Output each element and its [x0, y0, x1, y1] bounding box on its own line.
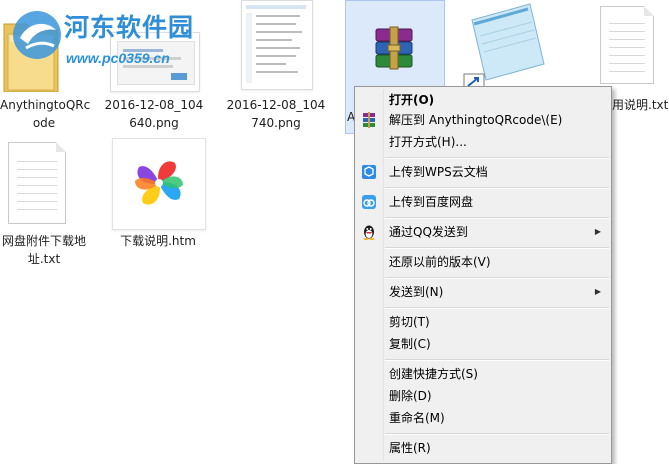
menu-separator	[385, 277, 609, 279]
menu-item-upload-baidu[interactable]: 上传到百度网盘	[357, 191, 609, 213]
menu-item-extract-to[interactable]: 解压到 AnythingtoQRcode\(E)	[357, 109, 609, 131]
site-watermark: 河东软件园 www.pc0359.cn	[4, 2, 204, 72]
file-notepad-shortcut[interactable]	[460, 0, 560, 92]
submenu-arrow-icon: ▶	[594, 287, 601, 296]
menu-item-label: 上传到WPS云文档	[389, 165, 488, 179]
file-htm-download[interactable]: 下载说明.htm	[108, 138, 208, 250]
baidu-netdisk-icon	[362, 195, 376, 209]
menu-separator	[385, 359, 609, 361]
image-thumbnail	[241, 0, 313, 90]
file-label: 2016-12-08_104	[104, 98, 204, 112]
watermark-url: www.pc0359.cn	[66, 50, 170, 66]
file-label: 640.png	[129, 116, 179, 130]
submenu-arrow-icon: ▶	[594, 227, 601, 236]
menu-item-label: 打开(O)	[389, 93, 435, 107]
menu-item-upload-wps[interactable]: 上传到WPS云文档	[357, 161, 609, 183]
notepad-icon	[463, 3, 545, 91]
text-document-icon	[600, 6, 654, 84]
menu-item-properties[interactable]: 属性(R)	[357, 437, 609, 459]
menu-item-label: 剪切(T)	[389, 315, 430, 329]
menu-item-label: 删除(D)	[389, 389, 432, 403]
menu-item-label: 上传到百度网盘	[389, 195, 474, 209]
menu-separator	[385, 157, 609, 159]
menu-item-label: 发送到(N)	[389, 285, 444, 299]
menu-item-label: 通过QQ发送到	[389, 225, 468, 239]
context-menu: 打开(O) 解压到 AnythingtoQRcode\(E) 打开方式(H)..…	[354, 86, 612, 464]
menu-separator	[385, 247, 609, 249]
file-label: 2016-12-08_104	[226, 98, 326, 112]
menu-item-restore-versions[interactable]: 还原以前的版本(V)	[357, 251, 609, 273]
qq-penguin-icon	[363, 225, 375, 240]
menu-item-label: 还原以前的版本(V)	[389, 255, 491, 269]
menu-item-cut[interactable]: 剪切(T)	[357, 311, 609, 333]
menu-item-label: 重命名(M)	[389, 411, 445, 425]
menu-item-send-to[interactable]: 发送到(N) ▶	[357, 281, 609, 303]
menu-item-open-with[interactable]: 打开方式(H)...	[357, 131, 609, 153]
browser-html-icon	[112, 138, 206, 230]
menu-item-delete[interactable]: 删除(D)	[357, 385, 609, 407]
menu-item-label: 属性(R)	[389, 441, 431, 455]
file-txt-netdisk[interactable]: 网盘附件下载地 址.txt	[0, 138, 88, 268]
file-label: 用说明.txt	[612, 98, 669, 112]
pinwheel-browser-icon	[135, 161, 183, 205]
wps-cloud-icon	[362, 165, 376, 179]
menu-item-label: 解压到 AnythingtoQRcode\(E)	[389, 113, 563, 127]
menu-item-create-shortcut[interactable]: 创建快捷方式(S)	[357, 363, 609, 385]
file-label: 网盘附件下载地	[1, 234, 86, 248]
file-png-104740[interactable]: 2016-12-08_104 740.png	[223, 0, 329, 135]
menu-item-open[interactable]: 打开(O)	[357, 89, 609, 111]
file-label: 址.txt	[27, 252, 61, 266]
menu-item-label: 打开方式(H)...	[389, 135, 467, 149]
file-label: 下载说明.htm	[120, 234, 196, 248]
file-label: 740.png	[251, 116, 301, 130]
winrar-archive-icon	[375, 26, 413, 70]
menu-item-label: 创建快捷方式(S)	[389, 367, 478, 381]
menu-separator	[385, 307, 609, 309]
watermark-title: 河东软件园	[64, 13, 195, 42]
menu-separator	[385, 187, 609, 189]
menu-item-copy[interactable]: 复制(C)	[357, 333, 609, 355]
winrar-extract-icon	[363, 112, 375, 128]
menu-item-send-via-qq[interactable]: 通过QQ发送到 ▶	[357, 221, 609, 243]
file-label: AnythingtoQRc	[0, 98, 91, 112]
menu-item-label: 复制(C)	[389, 337, 431, 351]
menu-separator	[385, 217, 609, 219]
watermark-logo-icon	[13, 11, 61, 59]
menu-separator	[385, 433, 609, 435]
file-label: ode	[32, 116, 56, 130]
menu-item-rename[interactable]: 重命名(M)	[357, 407, 609, 429]
text-document-icon	[8, 142, 66, 224]
